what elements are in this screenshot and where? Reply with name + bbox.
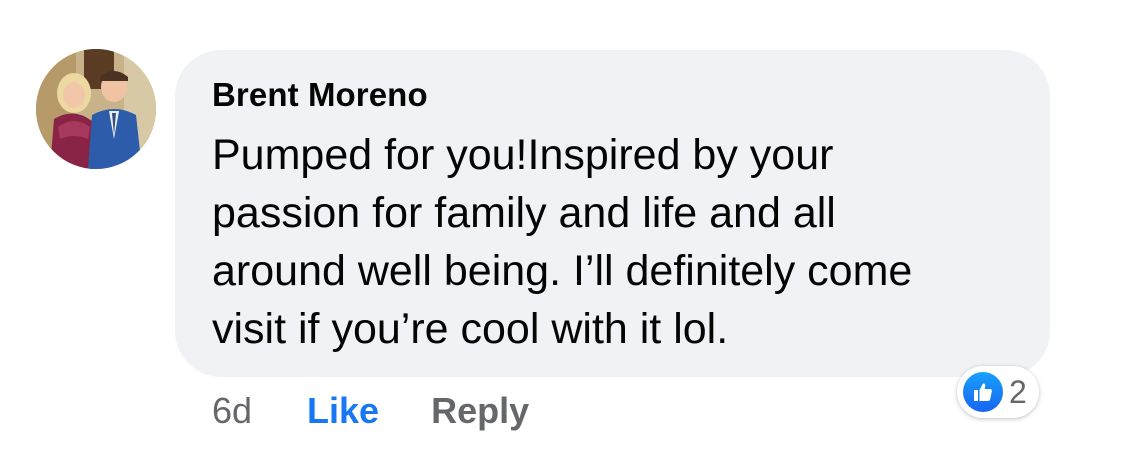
reply-button[interactable]: Reply: [431, 390, 529, 432]
comment-text-line: Pumped for you!Inspired by your: [212, 131, 834, 179]
comment-text-line: passion for family and life and all: [212, 189, 836, 237]
reaction-count: 2: [1009, 373, 1027, 410]
avatar[interactable]: [36, 49, 156, 169]
comment-author[interactable]: Brent Moreno: [212, 76, 428, 114]
like-button[interactable]: Like: [307, 390, 379, 432]
comment-actions: 6d Like Reply: [212, 387, 529, 435]
avatar-photo: [36, 49, 156, 169]
thumbs-up-icon: [963, 372, 1003, 412]
comment-text: Pumped for you!Inspired by your passion …: [212, 126, 1032, 358]
reaction-summary[interactable]: 2: [957, 366, 1039, 418]
comment-text-line: around well being. I’ll definitely come: [212, 247, 913, 295]
comment-timestamp[interactable]: 6d: [212, 390, 252, 432]
comment-text-line: visit if you’re cool with it lol.: [212, 305, 729, 353]
